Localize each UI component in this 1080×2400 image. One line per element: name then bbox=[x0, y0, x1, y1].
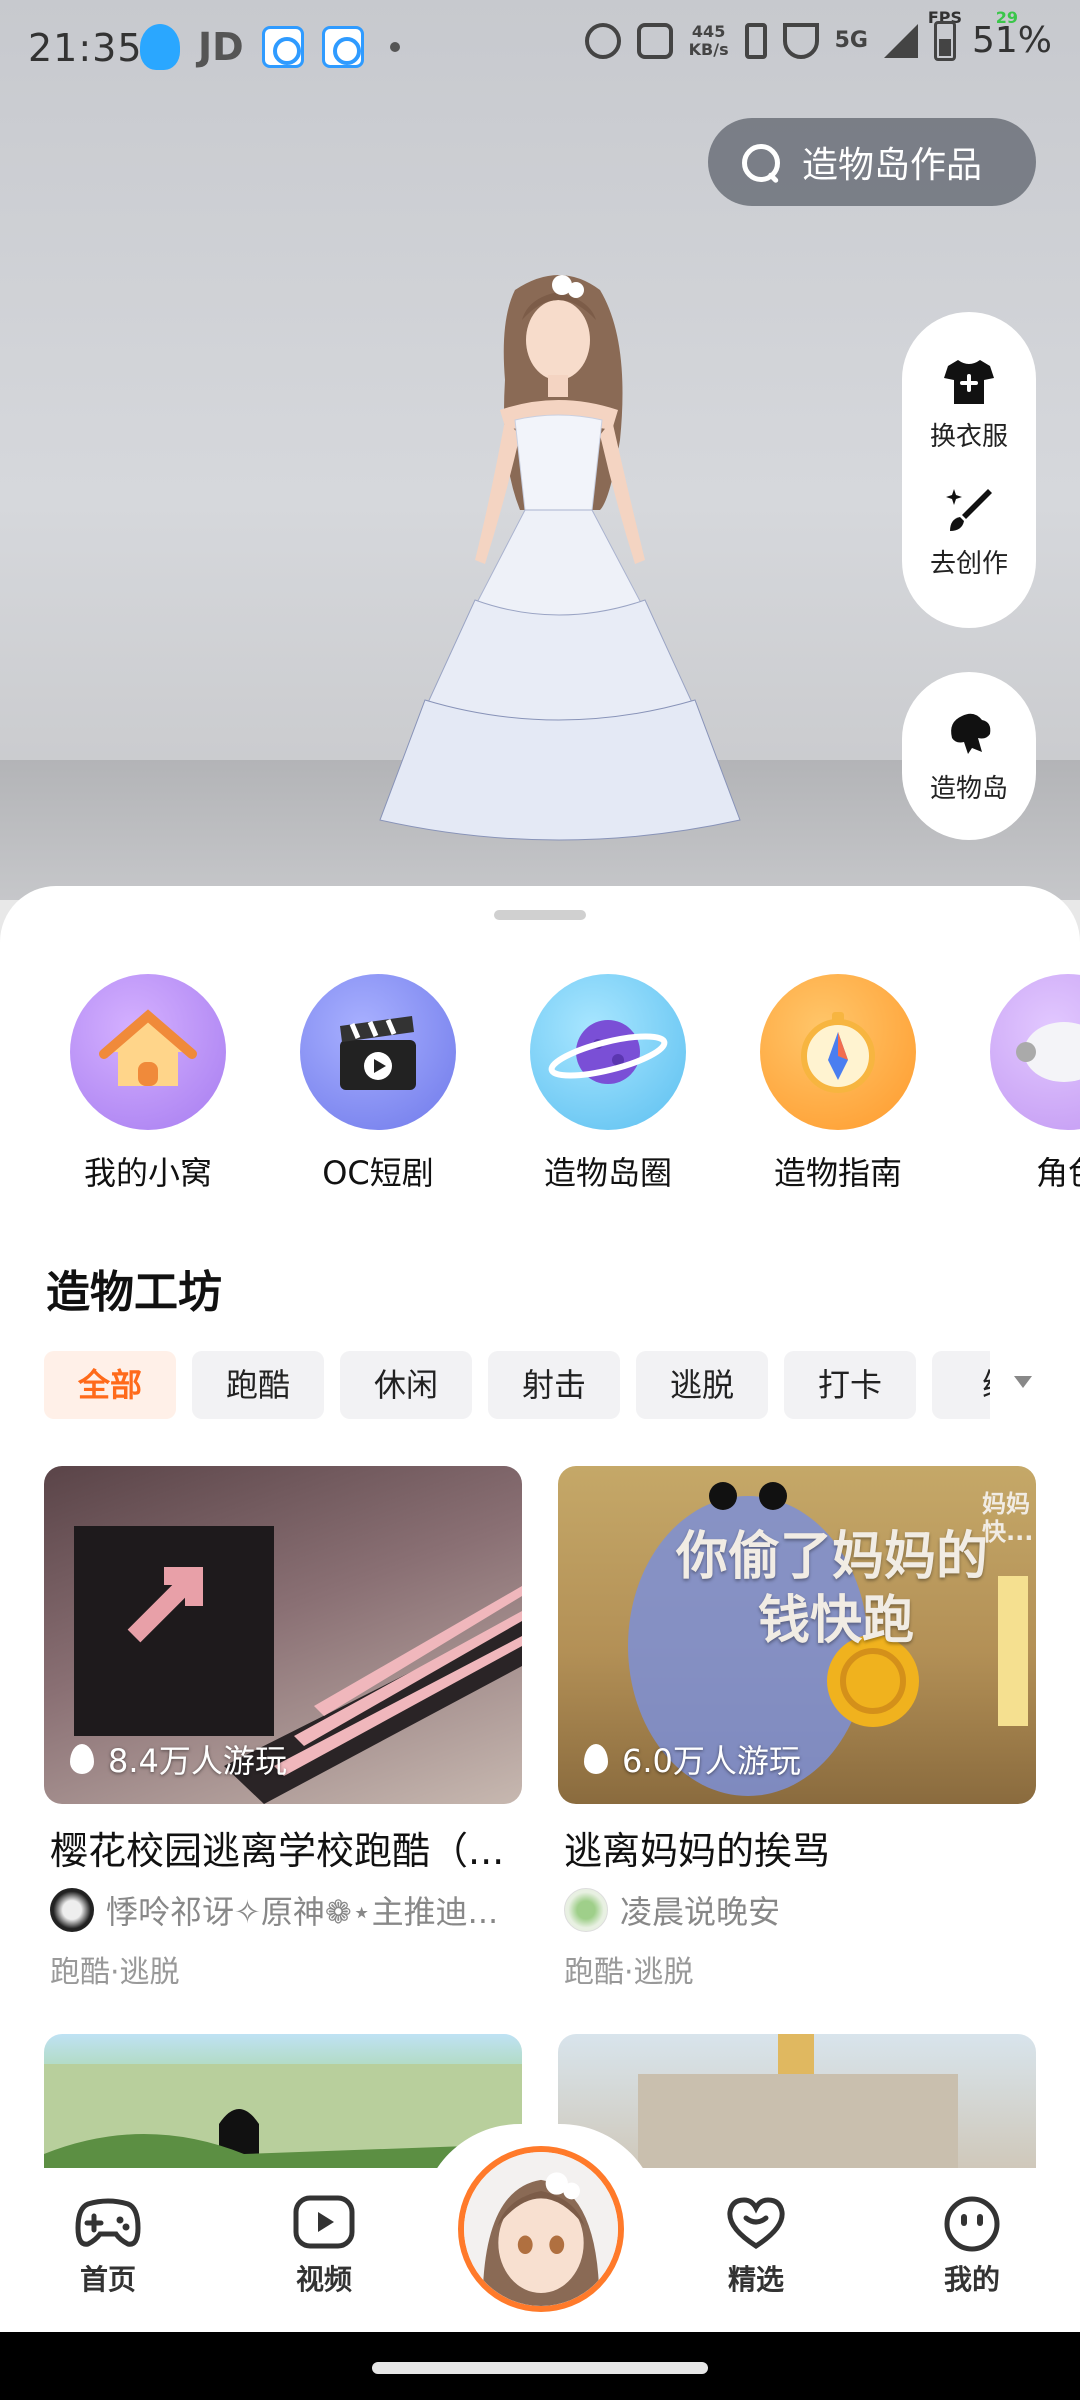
battery-icon bbox=[933, 20, 956, 61]
game-card[interactable]: 你偷了妈妈的 钱快跑 妈妈 快... 6.0万人游玩 逃离妈妈的挨骂 凌晨说晚安 … bbox=[558, 1466, 1036, 1991]
nav-mine-label: 我的 bbox=[943, 2263, 1000, 2296]
sparkle-brush-icon bbox=[945, 489, 992, 531]
game-card[interactable]: 8.4万人游玩 樱花校园逃离学校跑酷（... 悸呤祁讶✧原神❁⋆主推迪... 跑… bbox=[44, 1466, 522, 1991]
avatar-character[interactable] bbox=[300, 260, 820, 880]
clapperboard-icon bbox=[300, 974, 456, 1130]
shortcut-label: 造物岛圈 bbox=[543, 1154, 672, 1192]
sheet-handle[interactable] bbox=[494, 910, 586, 920]
notification-icons: JD bbox=[140, 24, 400, 70]
screen: 21:35 JD FPS 29 445 KB/s 5G 51% 造物岛作品 换衣… bbox=[0, 0, 1080, 2400]
side-action-panel: 换衣服 去创作 bbox=[902, 312, 1036, 628]
shirt-icon bbox=[943, 360, 994, 404]
avatar-home-button[interactable] bbox=[458, 2146, 624, 2312]
planet-icon bbox=[530, 974, 686, 1130]
shortcut-island-circle[interactable]: 造物岛圈 bbox=[508, 974, 708, 1194]
create-button[interactable]: 去创作 bbox=[930, 483, 1008, 580]
avatar bbox=[464, 2152, 618, 2306]
section-title: 造物工坊 bbox=[46, 1267, 222, 1318]
card-thumbnail: 8.4万人游玩 bbox=[44, 1466, 522, 1804]
home-indicator[interactable] bbox=[372, 2362, 708, 2374]
search-placeholder: 造物岛作品 bbox=[802, 145, 983, 186]
shortcut-label: 我的小窝 bbox=[83, 1154, 212, 1192]
app-icon bbox=[321, 26, 364, 68]
card-tags: 跑酷·逃脱 bbox=[50, 1955, 180, 1990]
shortcut-oc-drama[interactable]: OC短剧 bbox=[278, 974, 478, 1194]
search-icon bbox=[740, 142, 780, 182]
network-speed: 445 KB/s bbox=[688, 21, 729, 59]
chip-shooting[interactable]: 射击 bbox=[488, 1351, 620, 1419]
chip-checkin[interactable]: 打卡 bbox=[784, 1351, 916, 1419]
flame-icon bbox=[70, 1744, 94, 1774]
chip-escape[interactable]: 逃脱 bbox=[636, 1351, 768, 1419]
more-notifications-dot bbox=[389, 42, 400, 52]
chip-all[interactable]: 全部 bbox=[44, 1351, 176, 1419]
card-author[interactable]: 悸呤祁讶✧原神❁⋆主推迪... bbox=[44, 1887, 522, 1933]
qq-icon bbox=[140, 24, 180, 70]
card-thumbnail: 你偷了妈妈的 钱快跑 妈妈 快... 6.0万人游玩 bbox=[558, 1466, 1036, 1804]
category-chips: 全部跑酷休闲射击逃脱打卡练 bbox=[44, 1351, 990, 1421]
play-count: 8.4万人游玩 bbox=[70, 1736, 287, 1782]
compass-icon bbox=[760, 974, 916, 1130]
card-tags: 跑酷·逃脱 bbox=[564, 1955, 694, 1990]
shortcut-my-home[interactable]: 我的小窝 bbox=[48, 974, 248, 1194]
avatar bbox=[50, 1888, 94, 1932]
shortcut-label: 造物指南 bbox=[773, 1154, 902, 1192]
shortcut-guide[interactable]: 造物指南 bbox=[738, 974, 938, 1194]
image-caption-2: 钱快跑 bbox=[758, 1591, 915, 1651]
create-label: 去创作 bbox=[929, 549, 1008, 579]
battery-level: 51% bbox=[971, 20, 1052, 61]
play-count-text: 8.4万人游玩 bbox=[108, 1742, 287, 1780]
video-play-icon bbox=[293, 2195, 355, 2249]
card-author[interactable]: 凌晨说晚安 bbox=[558, 1887, 1036, 1933]
smiley-face-icon bbox=[944, 2196, 1000, 2252]
heart-icon bbox=[727, 2197, 785, 2249]
play-count: 6.0万人游玩 bbox=[584, 1736, 801, 1782]
play-count-text: 6.0万人游玩 bbox=[622, 1742, 801, 1780]
status-time: 21:35 bbox=[28, 26, 143, 70]
island-icon bbox=[951, 713, 991, 754]
change-clothes-label: 换衣服 bbox=[929, 422, 1008, 452]
shortcut-row: 我的小窝 OC短剧 造物岛圈 造物指南 角 bbox=[0, 974, 1080, 1194]
chip-more[interactable]: 练 bbox=[932, 1351, 990, 1419]
chevron-down-icon[interactable] bbox=[1014, 1376, 1032, 1388]
network-type: 5G bbox=[834, 28, 868, 53]
flame-icon bbox=[584, 1744, 608, 1774]
nav-home[interactable]: 首页 bbox=[38, 2194, 178, 2298]
shortcut-character[interactable]: 角色 bbox=[968, 974, 1080, 1194]
wifi-icon bbox=[782, 22, 819, 59]
nav-featured-label: 精选 bbox=[727, 2263, 784, 2296]
chat-bubble-icon bbox=[990, 974, 1080, 1130]
shortcut-label: OC短剧 bbox=[322, 1154, 434, 1192]
author-name: 凌晨说晚安 bbox=[620, 1893, 781, 1931]
nav-mine[interactable]: 我的 bbox=[902, 2194, 1042, 2298]
bottom-sheet: 我的小窝 OC短剧 造物岛圈 造物指南 角 造物工坊 全部 跑酷 休闲 射击 逃… bbox=[0, 886, 1080, 2326]
system-icons: 445 KB/s 5G 51% bbox=[584, 20, 1052, 61]
house-icon bbox=[70, 974, 226, 1130]
mute-icon bbox=[636, 22, 673, 59]
nav-video-label: 视频 bbox=[295, 2263, 352, 2296]
nav-featured[interactable]: 精选 bbox=[686, 2194, 826, 2298]
change-clothes-button[interactable]: 换衣服 bbox=[930, 356, 1008, 453]
alarm-icon bbox=[584, 22, 621, 59]
chip-casual[interactable]: 休闲 bbox=[340, 1351, 472, 1419]
avatar bbox=[564, 1888, 608, 1932]
island-label: 造物岛 bbox=[929, 773, 1008, 804]
sim-icon bbox=[744, 22, 767, 59]
signal-icon bbox=[883, 23, 918, 58]
nav-home-label: 首页 bbox=[79, 2263, 136, 2296]
chip-parkour[interactable]: 跑酷 bbox=[192, 1351, 324, 1419]
gamepad-icon bbox=[75, 2198, 141, 2247]
card-title: 樱花校园逃离学校跑酷（... bbox=[50, 1829, 505, 1873]
app-icon bbox=[261, 26, 304, 68]
island-button[interactable]: 造物岛 bbox=[902, 672, 1036, 840]
shortcut-label: 角色 bbox=[1035, 1154, 1080, 1192]
status-bar: 21:35 JD FPS 29 445 KB/s 5G 51% bbox=[0, 0, 1080, 100]
author-name: 悸呤祁讶✧原神❁⋆主推迪... bbox=[106, 1893, 499, 1931]
search-button[interactable]: 造物岛作品 bbox=[708, 118, 1036, 206]
jd-icon: JD bbox=[198, 25, 244, 69]
image-caption-corner: 妈妈 快... bbox=[982, 1490, 1034, 1546]
card-title: 逃离妈妈的挨骂 bbox=[564, 1829, 831, 1873]
nav-video[interactable]: 视频 bbox=[254, 2194, 394, 2298]
